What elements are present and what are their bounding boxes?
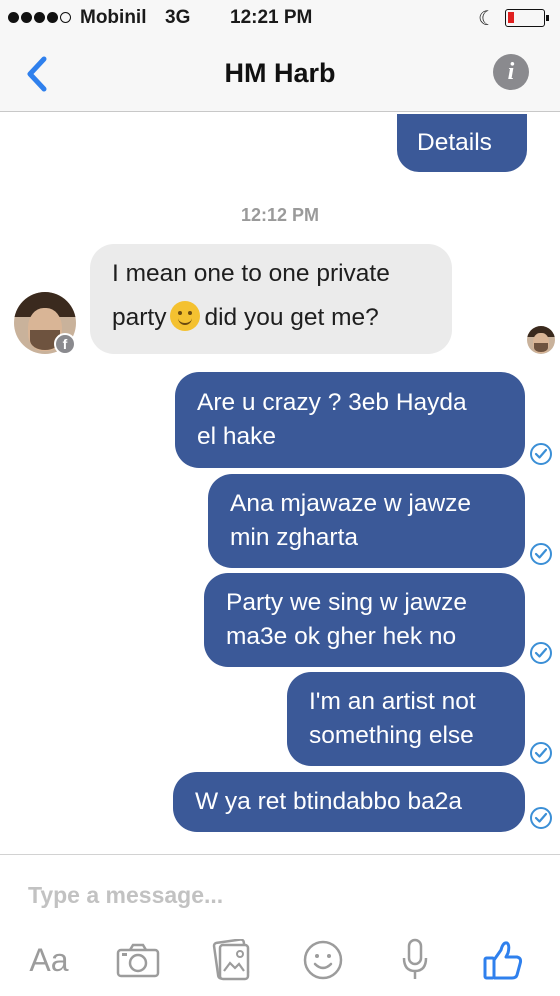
message-bubble-sent[interactable]: Ana mjawaze w jawze min zgharta [208, 474, 525, 568]
message-bubble-details[interactable]: Details [397, 114, 527, 172]
message-bubble-sent[interactable]: Are u crazy ? 3eb Hayda el hake [175, 372, 525, 468]
navigation-bar: HM Harb i [0, 36, 560, 112]
text-format-icon: Aa [29, 941, 69, 978]
message-bubble-sent[interactable]: W ya ret btindabbo ba2a [173, 772, 525, 832]
voice-button[interactable] [395, 935, 435, 985]
delivered-check-icon [530, 807, 552, 829]
seen-by-avatar [527, 326, 555, 354]
info-button[interactable]: i [493, 54, 529, 90]
delivered-check-icon [530, 443, 552, 465]
microphone-icon [402, 938, 428, 979]
message-bubble-sent[interactable]: Party we sing w jawze ma3e ok gher hek n… [204, 573, 525, 667]
camera-icon [116, 943, 160, 978]
message-text-line: something else [309, 722, 474, 749]
like-button[interactable] [480, 935, 526, 985]
message-text-line: W ya ret btindabbo ba2a [195, 788, 462, 815]
smile-emoji-icon [170, 301, 201, 331]
text-format-button[interactable]: Aa [24, 935, 74, 985]
message-text-line: ma3e ok gher hek no [226, 623, 457, 650]
photo-gallery-icon [212, 939, 250, 981]
signal-strength-icon [8, 12, 71, 23]
message-bubble-sent[interactable]: I'm an artist not something else [287, 672, 525, 766]
message-timestamp: 12:12 PM [240, 205, 320, 225]
message-input[interactable] [28, 877, 528, 913]
message-text-line: Party we sing w jawze [226, 589, 468, 616]
status-bar: Mobinil 3G 12:21 PM ☾ [0, 0, 560, 36]
thumbs-up-icon [483, 941, 523, 980]
message-composer: Aa [0, 854, 560, 996]
message-text-line: min zgharta [230, 524, 359, 551]
delivered-check-icon [530, 742, 552, 764]
delivered-check-icon [530, 642, 552, 664]
message-text-line: Are u crazy ? 3eb Hayda [197, 389, 467, 416]
network-type: 3G [165, 7, 191, 28]
message-text-line: el hake [197, 423, 277, 450]
smiley-icon [303, 940, 343, 980]
gallery-button[interactable] [208, 935, 254, 985]
do-not-disturb-icon: ☾ [478, 8, 496, 30]
sticker-button[interactable] [300, 935, 346, 985]
status-time: 12:21 PM [230, 7, 313, 28]
camera-button[interactable] [115, 935, 161, 985]
message-text-line: party did you get me? [112, 301, 430, 335]
facebook-badge-icon: f [54, 333, 76, 355]
info-icon: i [507, 59, 515, 85]
conversation-title[interactable]: HM Harb [0, 58, 560, 89]
battery-icon [505, 9, 549, 27]
delivered-check-icon [530, 543, 552, 565]
carrier-name: Mobinil [80, 7, 147, 28]
message-text-line: Ana mjawaze w jawze [230, 490, 472, 517]
message-text: Details [417, 129, 492, 156]
message-text-line: I mean one to one private [112, 260, 390, 287]
message-bubble-received[interactable]: I mean one to one private party did you g… [90, 244, 452, 354]
message-text-line: I'm an artist not [309, 688, 476, 715]
